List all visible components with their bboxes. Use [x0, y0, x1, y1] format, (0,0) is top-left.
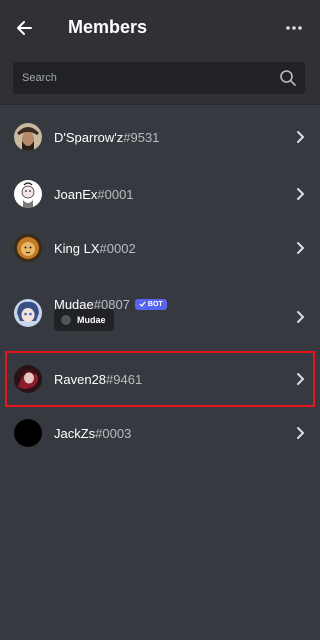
role-color-dot: [61, 315, 71, 325]
member-row[interactable]: D'Sparrow'z#9531: [0, 109, 320, 165]
member-row[interactable]: King LX#0002: [0, 220, 320, 276]
avatar: [14, 180, 42, 208]
chevron-right-icon: [297, 188, 305, 200]
more-horizontal-icon: [286, 26, 302, 30]
search-icon: [280, 70, 296, 86]
member-name: D'Sparrow'z#9531: [54, 129, 160, 145]
search-placeholder: Search: [22, 72, 57, 84]
member-name: King LX#0002: [54, 240, 136, 256]
search-input[interactable]: Search: [13, 62, 305, 94]
role-label: Mudae: [77, 315, 106, 325]
member-row[interactable]: Mudae#0807 BOT: [0, 285, 320, 349]
chevron-right-icon: [297, 311, 305, 323]
member-row[interactable]: Raven28#9461: [0, 351, 320, 407]
page-title: Members: [68, 17, 148, 37]
member-name: JoanEx#0001: [54, 186, 134, 202]
member-name: JackZs#0003: [54, 425, 132, 441]
avatar: [14, 419, 42, 447]
arrow-left-icon: [17, 21, 32, 35]
role-chip: Mudae: [54, 309, 114, 331]
avatar: [14, 365, 42, 393]
member-row[interactable]: JackZs#0003: [0, 405, 320, 461]
avatar: [14, 123, 42, 151]
member-row[interactable]: JoanEx#0001: [0, 166, 320, 222]
bot-badge: BOT: [134, 298, 167, 310]
member-name: Raven28#9461: [54, 371, 143, 387]
avatar: [14, 299, 42, 327]
chevron-right-icon: [297, 427, 305, 439]
header-bar: Members Search: [0, 0, 320, 105]
back-button[interactable]: [10, 14, 38, 42]
chevron-right-icon: [297, 131, 305, 143]
chevron-right-icon: [297, 242, 305, 254]
chevron-right-icon: [297, 373, 305, 385]
avatar: [14, 234, 42, 262]
checkmark-icon: [139, 301, 146, 307]
more-options-button[interactable]: [280, 16, 308, 40]
